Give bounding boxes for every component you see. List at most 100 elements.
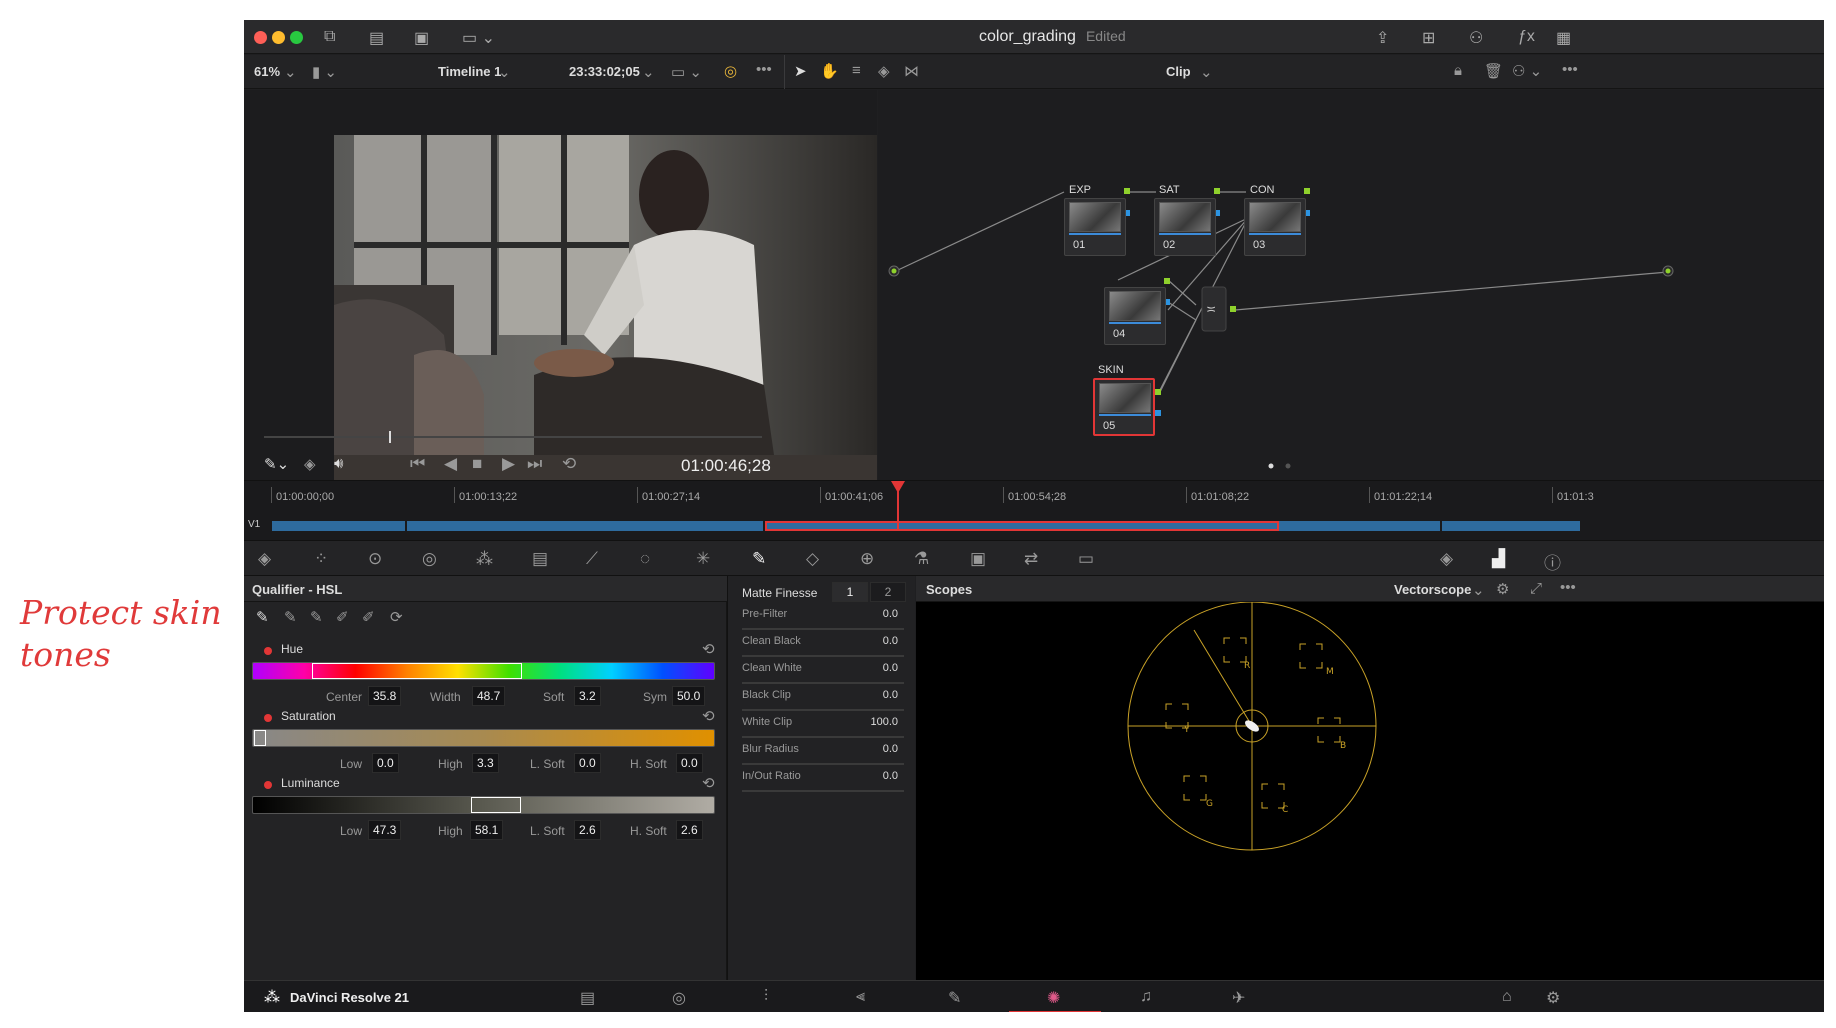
lut-icon[interactable]: ▣	[414, 28, 429, 48]
share-icon[interactable]: ⇪	[1376, 28, 1389, 48]
in-out-ratio-row[interactable]: In/Out Ratio 0.0	[742, 770, 906, 792]
timeline-select[interactable]: Timeline 1	[438, 64, 501, 79]
sizing-icon[interactable]: ▭	[1078, 549, 1094, 569]
feather-minus-icon[interactable]: ✐	[336, 608, 349, 626]
media-pool-icon[interactable]: ⧉	[324, 28, 335, 46]
blur-radius-value[interactable]: 0.0	[883, 743, 898, 755]
node-01[interactable]: 01	[1064, 198, 1126, 256]
zoom-window-button[interactable]	[290, 31, 303, 44]
sat-hsoft-input[interactable]: 0.0	[676, 753, 703, 773]
hue-selection[interactable]	[312, 663, 522, 679]
white-clip-row[interactable]: White Clip 100.0	[742, 716, 906, 738]
picker-plus-icon[interactable]: ✎	[310, 608, 323, 626]
home-icon[interactable]: ⌂	[1502, 988, 1512, 1006]
hue-center-input[interactable]: 35.8	[368, 686, 402, 706]
node-03[interactable]: 03	[1244, 198, 1306, 256]
info-icon[interactable]: ⓘ	[1544, 549, 1561, 574]
pre-filter-value[interactable]: 0.0	[883, 608, 898, 620]
timeline-clip[interactable]	[272, 521, 407, 531]
fairlight-fx-page-icon[interactable]: ✎	[948, 988, 961, 1008]
fusion-page-icon[interactable]: ⫷	[856, 988, 865, 1006]
window-icon[interactable]: ◇	[806, 549, 819, 569]
lum-low-input[interactable]: 47.3	[368, 820, 402, 840]
scope-chevron-icon[interactable]: ⌄	[1472, 581, 1485, 599]
deliver-page-icon[interactable]: ✈	[1232, 988, 1245, 1008]
clean-white-slider[interactable]	[742, 682, 904, 684]
keyframes-icon[interactable]: ▦	[1556, 28, 1571, 48]
mode-chevron-icon[interactable]: ⌄	[1200, 63, 1213, 81]
hdr-icon[interactable]: ◎	[422, 549, 437, 569]
node-04[interactable]: 04	[1104, 287, 1166, 345]
media-page-icon[interactable]: ▤	[580, 988, 595, 1008]
luminance-enable-toggle[interactable]	[264, 781, 272, 789]
layers-icon[interactable]: ◈	[304, 455, 316, 473]
wipe-icon[interactable]: ▭ ⌄	[671, 63, 702, 81]
openfx-icon[interactable]: ƒx	[1518, 28, 1535, 46]
color-page-tab[interactable]: ✺	[1009, 981, 1101, 1012]
in-out-ratio-slider[interactable]	[742, 790, 904, 792]
stereo-3d-icon[interactable]: ◈	[1440, 549, 1453, 569]
timeline-clip-selected[interactable]	[765, 521, 1279, 531]
node-options-icon[interactable]: ⚇ ⌄	[1512, 62, 1542, 80]
clean-white-row[interactable]: Clean White 0.0	[742, 662, 906, 684]
curves-icon[interactable]: ⟋	[586, 549, 598, 569]
sat-low-input[interactable]: 0.0	[372, 753, 399, 773]
white-clip-slider[interactable]	[742, 736, 904, 738]
feather-plus-icon[interactable]: ✐	[362, 608, 375, 626]
scope-type-select[interactable]: Vectorscope	[1394, 582, 1471, 597]
hue-width-input[interactable]: 48.7	[472, 686, 506, 706]
saturation-reset-icon[interactable]: ⟲	[702, 707, 715, 725]
hue-reset-icon[interactable]: ⟲	[702, 640, 715, 658]
camera-raw-icon[interactable]: ◈	[258, 549, 271, 569]
qualifier-icon[interactable]: ✎	[752, 549, 766, 569]
black-clip-value[interactable]: 0.0	[883, 689, 898, 701]
luminance-selection[interactable]	[471, 797, 521, 813]
eyedropper-icon[interactable]: ✎⌄	[264, 455, 289, 473]
audio-icon[interactable]: 🔊︎	[334, 455, 343, 472]
fairlight-page-icon[interactable]: ♫	[1140, 988, 1152, 1006]
matte-tab-1[interactable]: 1	[832, 582, 868, 602]
timeline-chevron-icon[interactable]: ⌄	[498, 63, 511, 81]
gallery-icon[interactable]: ▤	[369, 28, 384, 48]
scrubber-playhead[interactable]	[389, 431, 391, 443]
color-warper-icon[interactable]: ◌	[640, 549, 650, 569]
loop-icon[interactable]: ⟲	[562, 454, 576, 474]
trash-icon[interactable]: 🗑︎	[1484, 62, 1503, 80]
black-clip-slider[interactable]	[742, 709, 904, 711]
lum-high-input[interactable]: 58.1	[470, 820, 504, 840]
timecode-chevron-icon[interactable]: ⌄	[642, 63, 655, 81]
edit-page-icon[interactable]: ⫶	[764, 988, 768, 1006]
matte-tab-2[interactable]: 2	[870, 582, 906, 602]
tracker-icon[interactable]: ⊕	[860, 549, 874, 569]
saturation-range-bar[interactable]	[252, 729, 715, 747]
lum-hsoft-input[interactable]: 2.6	[676, 820, 703, 840]
nodes-icon[interactable]: ⚇	[1469, 28, 1483, 48]
magic-mask-icon[interactable]: ⚗	[914, 549, 929, 569]
scrubber-track[interactable]	[264, 436, 762, 438]
stack-icon[interactable]: ◈	[878, 62, 890, 80]
source-timecode[interactable]: 23:33:02;05	[569, 64, 640, 79]
clean-black-slider[interactable]	[742, 655, 904, 657]
blur-radius-slider[interactable]	[742, 763, 904, 765]
clean-black-value[interactable]: 0.0	[883, 635, 898, 647]
hue-enable-toggle[interactable]	[264, 647, 272, 655]
pointer-icon[interactable]: ➤	[794, 62, 807, 80]
lock-icon[interactable]: 🔒︎	[1454, 62, 1462, 79]
go-to-start-icon[interactable]: ⏮	[410, 454, 425, 474]
play-icon[interactable]: ▶	[502, 454, 515, 474]
scope-expand-icon[interactable]: ⤢	[1530, 580, 1542, 597]
layer-icon[interactable]: ≡	[852, 62, 861, 79]
black-clip-row[interactable]: Black Clip 0.0	[742, 689, 906, 711]
node-graph[interactable]: ≍ EXP 01 SAT 02 CON 03 04 SKIN 05	[878, 90, 1824, 480]
scopes-icon[interactable]: ▟	[1492, 549, 1505, 569]
clips-icon[interactable]: ▭ ⌄	[462, 28, 495, 48]
pre-filter-row[interactable]: Pre-Filter 0.0	[742, 608, 906, 630]
scope-more-icon[interactable]: •••	[1560, 579, 1576, 596]
in-out-ratio-value[interactable]: 0.0	[883, 770, 898, 782]
saturation-enable-toggle[interactable]	[264, 714, 272, 722]
blur-radius-row[interactable]: Blur Radius 0.0	[742, 743, 906, 765]
rgb-mixer-icon[interactable]: ⁂	[476, 549, 493, 569]
hue-sym-input[interactable]: 50.0	[672, 686, 706, 706]
invert-icon[interactable]: ⟳	[390, 608, 403, 626]
node-05[interactable]: 05	[1093, 378, 1155, 436]
